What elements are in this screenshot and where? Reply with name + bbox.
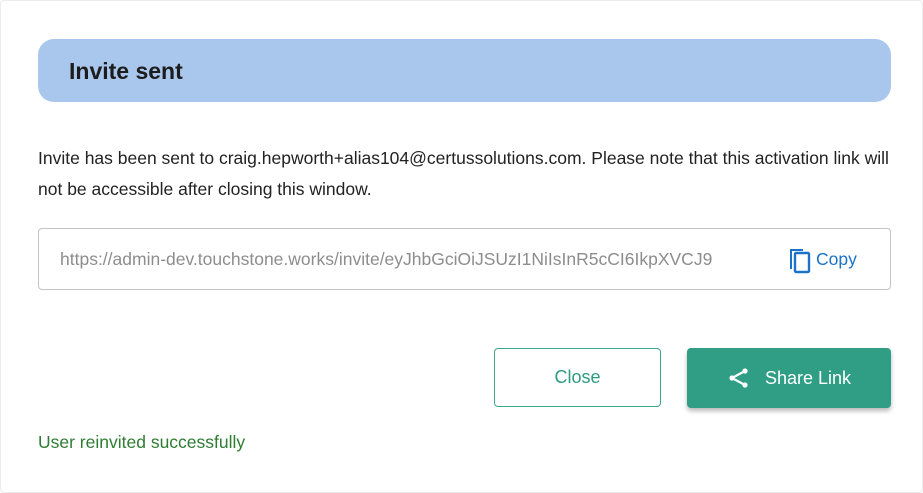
status-message: User reinvited successfully bbox=[38, 432, 246, 452]
close-button[interactable]: Close bbox=[494, 348, 661, 407]
copy-icon bbox=[790, 249, 811, 274]
share-link-label: Share Link bbox=[764, 367, 852, 388]
dialog-header: Invite sent bbox=[38, 39, 891, 102]
dialog-title: Invite sent bbox=[69, 58, 183, 84]
share-link-button[interactable]: Share Link bbox=[687, 348, 891, 408]
invite-message: Invite has been sent to craig.hepworth+a… bbox=[38, 148, 889, 199]
copy-button[interactable]: Copy bbox=[783, 243, 857, 275]
share-icon bbox=[729, 368, 748, 388]
invite-link-input[interactable] bbox=[60, 247, 760, 271]
copy-label: Copy bbox=[816, 249, 857, 269]
invite-dialog: Invite sent Invite has been sent to crai… bbox=[0, 0, 923, 493]
invite-link-field: Copy bbox=[38, 228, 891, 290]
